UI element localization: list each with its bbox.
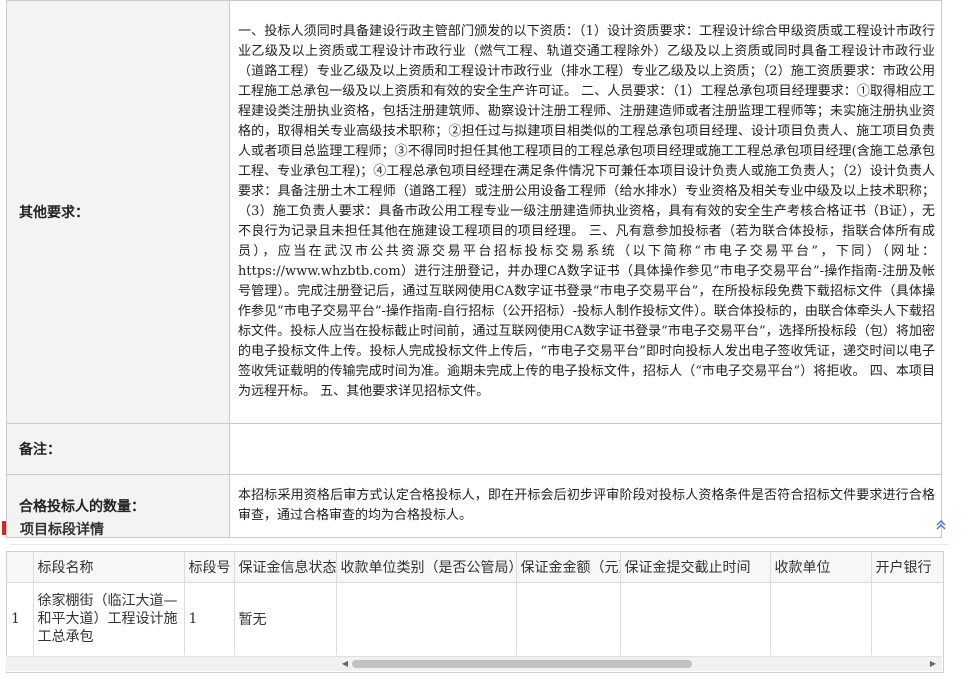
cell-lot-number: 1 [184, 582, 235, 655]
col-header-payee: 收款单位 [770, 552, 872, 583]
col-header-deposit-amount: 保证金金额（元） [516, 552, 621, 583]
col-header-deposit-deadline: 保证金提交截止时间 [620, 552, 771, 583]
cell-deposit-deadline [620, 582, 771, 655]
section-header-lot-details: 项目标段详情 [0, 514, 948, 545]
table-row: 1 徐家棚街（临江大道—和平大道）工程设计施工总承包 1 暂无 [7, 582, 943, 655]
lot-table: 标段名称 标段号 保证金信息状态 收款单位类别（是否公管局） 保证金金额（元） … [7, 552, 943, 655]
cell-deposit-status: 暂无 [234, 582, 337, 655]
col-header-index [7, 552, 34, 583]
section-divider [10, 544, 948, 545]
scroll-thumb[interactable] [352, 660, 692, 668]
col-header-payee-type: 收款单位类别（是否公管局） [336, 552, 517, 583]
remarks-value [229, 423, 942, 475]
other-requirements-value: 一、投标人须同时具备建设行政主管部门颁发的以下资质：（1）设计资质要求：工程设计… [229, 0, 942, 424]
remarks-label: 备注： [6, 423, 230, 475]
cell-payee [770, 582, 872, 655]
section-accent-bar [2, 521, 6, 535]
row-other-requirements: 其他要求： 一、投标人须同时具备建设行政主管部门颁发的以下资质：（1）设计资质要… [6, 0, 942, 424]
col-header-bank: 开户银行 [871, 552, 943, 583]
cell-deposit-amount [516, 582, 621, 655]
scroll-left-arrow-icon[interactable]: ◀ [338, 657, 352, 671]
scroll-right-arrow-icon[interactable]: ▶ [926, 657, 940, 671]
col-header-lot-name: 标段名称 [33, 552, 185, 583]
cell-lot-name: 徐家棚街（临江大道—和平大道）工程设计施工总承包 [33, 582, 185, 655]
cell-index: 1 [7, 582, 34, 655]
cell-bank [871, 582, 943, 655]
other-requirements-label: 其他要求： [6, 0, 230, 424]
chevron-up-icon[interactable] [934, 519, 948, 533]
row-remarks: 备注： [6, 423, 942, 475]
chevron-up-icon-svg [936, 520, 946, 530]
col-header-deposit-status: 保证金信息状态 [234, 552, 337, 583]
cell-payee-type [336, 582, 517, 655]
section-title: 项目标段详情 [20, 522, 104, 538]
lot-table-header-row: 标段名称 标段号 保证金信息状态 收款单位类别（是否公管局） 保证金金额（元） … [7, 552, 943, 583]
lot-details-grid: 标段名称 标段号 保证金信息状态 收款单位类别（是否公管局） 保证金金额（元） … [6, 551, 944, 673]
col-header-lot-number: 标段号 [184, 552, 235, 583]
horizontal-scrollbar[interactable]: ◀ ▶ [6, 656, 942, 671]
project-info-table: 其他要求： 一、投标人须同时具备建设行政主管部门颁发的以下资质：（1）设计资质要… [6, 0, 942, 538]
